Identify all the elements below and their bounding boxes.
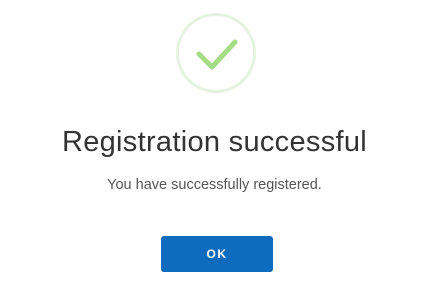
dialog-title: Registration successful (61, 126, 368, 158)
registration-success-dialog: Registration successful You have success… (0, 0, 429, 288)
ok-button[interactable]: OK (161, 236, 273, 272)
dialog-message: You have successfully registered. (107, 177, 322, 193)
success-icon-circle (176, 13, 256, 93)
checkmark-icon (196, 39, 238, 70)
